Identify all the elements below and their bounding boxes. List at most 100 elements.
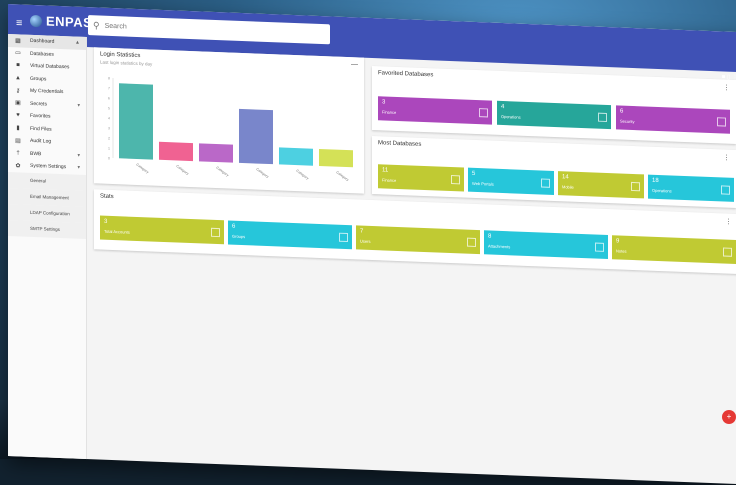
bar[interactable] — [159, 141, 193, 162]
tile-icon — [541, 178, 550, 188]
tile-icon — [598, 112, 607, 123]
lock-icon: ▣ — [15, 100, 21, 107]
tile-icon — [479, 108, 488, 118]
x-tick-label: Category — [255, 167, 269, 179]
tile-icon — [211, 227, 220, 238]
y-tick-label: 1 — [108, 146, 110, 150]
stat-tile[interactable]: 5 Web Portals — [468, 167, 554, 195]
card-title: Stats — [100, 193, 114, 201]
tile-label: Notes — [616, 248, 627, 254]
submenu-item[interactable]: SMTP Settings — [8, 219, 86, 239]
bar[interactable] — [319, 148, 353, 168]
tile-icon — [595, 242, 604, 252]
tile-label: Mobile — [562, 184, 574, 190]
key-icon: ⚷ — [15, 88, 21, 95]
stat-tile[interactable]: 6 Security — [616, 105, 730, 134]
gear-icon: ✿ — [15, 163, 21, 170]
add-fab-button[interactable]: + — [722, 410, 736, 424]
chevron-icon[interactable]: ▾ — [77, 102, 80, 108]
tile-label: Users — [360, 238, 371, 244]
log-icon: ▤ — [15, 138, 21, 145]
y-tick-label: 5 — [108, 106, 110, 110]
file-icon: ▮ — [16, 125, 20, 132]
bar[interactable] — [199, 143, 233, 163]
pin-icon: † — [16, 150, 20, 157]
y-tick-label: 0 — [108, 156, 110, 160]
tile-count: 11 — [382, 167, 389, 174]
tile-count: 9 — [616, 238, 620, 245]
y-tick-label: 7 — [108, 86, 110, 90]
tile-label: Finance — [382, 177, 397, 183]
stat-tile[interactable]: 4 Operations — [497, 100, 611, 130]
more-vert-icon[interactable]: ⋮ — [723, 83, 730, 91]
tile-label: Attachments — [488, 243, 511, 250]
dashboard-icon: ▦ — [15, 38, 21, 45]
stat-tile[interactable]: 6 Groups — [228, 220, 352, 250]
stat-tile[interactable]: 3 Total Accounts — [100, 215, 224, 245]
sidebar-item-label: Audit Log — [30, 138, 52, 145]
sidebar-item-label: Groups — [30, 75, 47, 83]
tile-label: Groups — [232, 233, 246, 240]
search-input[interactable] — [102, 21, 307, 38]
bar[interactable] — [119, 83, 153, 160]
search-box[interactable]: ⚲ — [88, 15, 330, 45]
stat-tile[interactable]: 11 Finance — [378, 164, 464, 192]
y-tick-label: 4 — [108, 116, 110, 120]
more-vert-icon[interactable]: ⋮ — [723, 153, 730, 161]
x-tick-label: Category — [335, 170, 349, 182]
sidebar-item-label: My Credentials — [30, 88, 64, 96]
y-tick-label: 8 — [108, 76, 110, 80]
more-vert-icon[interactable]: ⋮ — [725, 218, 732, 226]
tile-count: 5 — [472, 170, 476, 177]
tile-label: Operations — [652, 187, 672, 194]
stat-tile[interactable]: 7 Users — [356, 225, 480, 255]
sidebar-item-label: Favorites — [30, 113, 51, 120]
x-tick-label: Category — [135, 163, 149, 175]
tile-icon — [451, 175, 460, 185]
tile-label: Web Portals — [472, 180, 494, 187]
group-icon: ▲ — [15, 75, 21, 82]
x-tick-label: Category — [295, 169, 309, 181]
tile-icon — [467, 237, 476, 247]
sidebar-item-label: Find Files — [30, 125, 52, 133]
sidebar-item-label: Virtual Databases — [30, 63, 70, 71]
sidebar-item-label: Secrets — [30, 100, 47, 108]
chevron-icon[interactable]: ▾ — [77, 165, 80, 171]
tile-label: Finance — [382, 109, 397, 115]
tile-count: 6 — [232, 223, 236, 230]
favorited-databases-card: Favorited Databases ⋮ 3 Finance 4 Operation… — [372, 65, 736, 144]
database-icon: ▭ — [15, 50, 21, 57]
x-tick-label: Category — [175, 164, 189, 176]
card-title: Most Databases — [378, 140, 422, 148]
card-title: Favorited Databases — [378, 70, 434, 79]
tile-label: Total Accounts — [104, 228, 130, 235]
stat-tile[interactable]: 14 Mobile — [558, 171, 644, 199]
stat-tile[interactable]: 8 Attachments — [484, 230, 608, 260]
tile-label: Security — [620, 118, 635, 125]
login-bar-chart: 0 1 2 3 4 5 6 7 8 Category Category Category Categor… — [108, 76, 353, 182]
tile-count: 6 — [620, 108, 624, 115]
tile-count: 14 — [562, 174, 569, 181]
tile-icon — [723, 247, 732, 257]
login-statistics-card: Login Statistics Last login statistics b… — [94, 47, 364, 194]
app-window: ≡ ENPAST ⚲ ■ ▯ ⋮ ▦Dashboard▲▭Databases■V… — [8, 4, 736, 485]
nav-list: ▦ Dashboard ▲ ▭ Databases ■ Virtual Databases ▲… — [8, 34, 86, 174]
tile-icon — [717, 117, 726, 127]
chevron-icon[interactable]: ▲ — [75, 40, 80, 46]
settings-submenu: General Email Management LDAP Configuratio… — [8, 171, 86, 239]
stat-tile[interactable]: 9 Notes — [612, 235, 736, 264]
stat-tile[interactable]: 18 Operations — [648, 174, 734, 202]
folder-icon: ■ — [16, 62, 20, 69]
chevron-icon[interactable]: ▾ — [77, 152, 80, 158]
tile-icon — [339, 232, 348, 243]
bar[interactable] — [279, 147, 313, 166]
y-tick-label: 2 — [108, 136, 110, 140]
tile-count: 4 — [501, 103, 505, 111]
sidebar-item-label: System Settings — [30, 163, 67, 171]
x-tick-label: Category — [215, 166, 229, 178]
stat-tile[interactable]: 3 Finance — [378, 96, 492, 125]
main-content: Login Statistics Last login statistics b… — [90, 41, 736, 485]
menu-icon[interactable]: ≡ — [16, 17, 22, 29]
sidebar-item-label: Databases — [30, 50, 54, 58]
bar[interactable] — [239, 108, 273, 165]
